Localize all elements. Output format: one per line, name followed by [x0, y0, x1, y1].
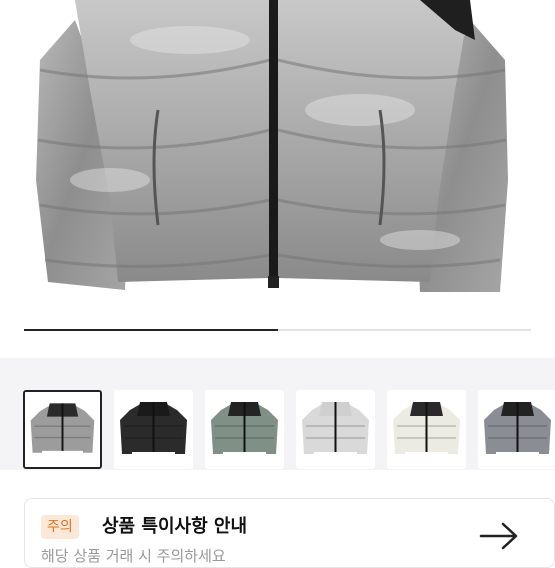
jacket-thumbnail-image: [205, 390, 284, 469]
thumbnail-leopard-print[interactable]: [478, 390, 555, 469]
jacket-thumbnail-image: [296, 390, 375, 469]
notice-card[interactable]: 주의 상품 특이사항 안내 해당 상품 거래 시 주의하세요: [24, 498, 555, 568]
gallery-progress-bar: [24, 329, 531, 331]
arrow-right-icon[interactable]: [479, 521, 519, 551]
notice-subtitle: 해당 상품 거래 시 주의하세요: [41, 547, 226, 565]
jacket-thumbnail-image: [25, 392, 100, 467]
thumbnail-cream[interactable]: [387, 390, 466, 469]
thumbnail-sage-green[interactable]: [205, 390, 284, 469]
jacket-thumbnail-image: [114, 390, 193, 469]
jacket-thumbnail-image: [387, 390, 466, 469]
jacket-thumbnail-image: [478, 390, 555, 469]
thumbnail-black[interactable]: [114, 390, 193, 469]
thumbnail-white-print[interactable]: [296, 390, 375, 469]
thumbnail-silver[interactable]: [23, 390, 102, 469]
caution-badge: 주의: [41, 515, 79, 539]
notice-title: 상품 특이사항 안내: [102, 516, 248, 537]
gallery-progress-fill: [24, 329, 278, 331]
product-image[interactable]: [0, 0, 555, 358]
puffer-jacket-image: [36, 0, 508, 292]
